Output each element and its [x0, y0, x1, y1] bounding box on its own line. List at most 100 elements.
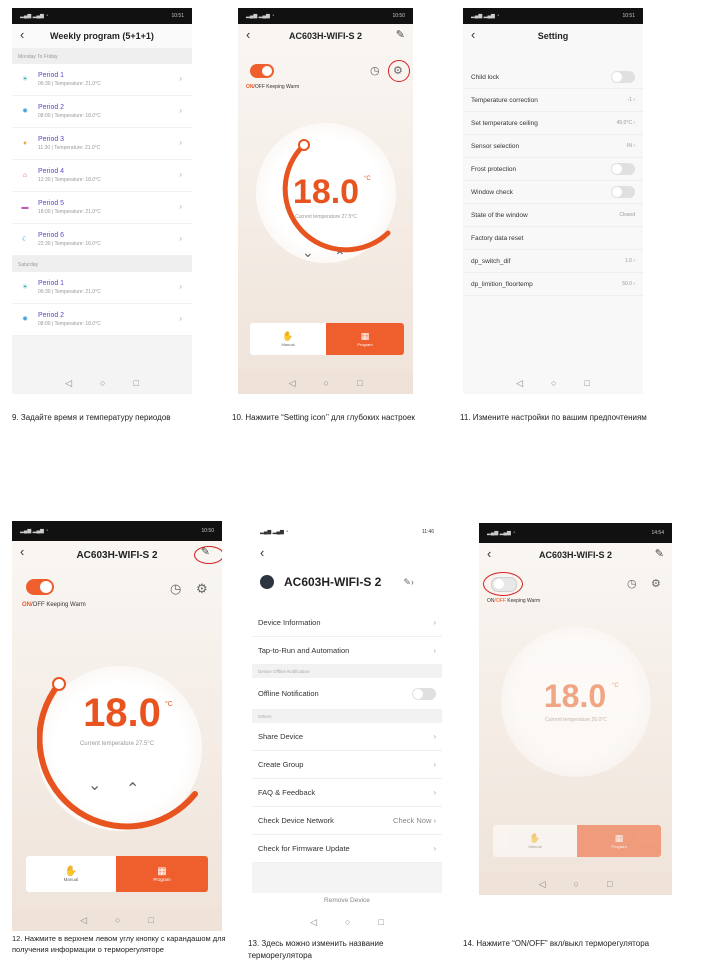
- setting-value: IN ›: [626, 143, 635, 149]
- nav-recent-icon[interactable]: □: [148, 915, 153, 925]
- setting-label: State of the window: [471, 211, 528, 219]
- mode-program-button[interactable]: ▦ Program: [326, 323, 404, 355]
- clock-icon[interactable]: ◷: [627, 577, 637, 590]
- firmware-update-row[interactable]: Check for Firmware Update ›: [252, 835, 442, 863]
- nav-home-icon[interactable]: ○: [324, 378, 329, 388]
- caption-step-10: 10. Нажмите “Setting icon’’ для глубоких…: [232, 413, 415, 422]
- temperature-unit: °C: [364, 176, 371, 182]
- period-name: Period 3: [38, 136, 65, 143]
- tap-to-run-row[interactable]: Tap-to-Run and Automation ›: [252, 637, 442, 665]
- nav-home-icon[interactable]: ○: [551, 378, 556, 388]
- section-header: Saturday: [12, 256, 192, 272]
- period-row[interactable]: ✹ Period 2 08:00 | Temperature: 18.0°C ›: [12, 304, 192, 336]
- setting-label: dp_switch_dif: [471, 257, 511, 265]
- gear-icon[interactable]: ⚙: [651, 577, 661, 590]
- android-nav-bar: ◁ ○ □: [252, 911, 442, 933]
- nav-recent-icon[interactable]: □: [584, 378, 589, 388]
- setting-row[interactable]: Child lock: [463, 66, 643, 89]
- page-title: Weekly program (5+1+1): [50, 31, 154, 41]
- setting-toggle[interactable]: [611, 71, 635, 83]
- period-name: Period 2: [38, 104, 65, 111]
- period-detail: 12:30 | Temperature: 18.0°C: [38, 177, 101, 183]
- nav-home-icon[interactable]: ○: [574, 879, 579, 889]
- current-temperature: Current temperature 26.0°C: [545, 717, 607, 723]
- back-icon[interactable]: ‹: [20, 544, 24, 559]
- increase-arrow-icon[interactable]: ⌃: [126, 779, 139, 799]
- clock-icon[interactable]: ◷: [370, 64, 380, 77]
- nav-recent-icon[interactable]: □: [133, 378, 138, 388]
- android-nav-bar: ◁ ○ □: [12, 909, 222, 931]
- share-device-row[interactable]: Share Device ›: [252, 723, 442, 751]
- setting-row[interactable]: Frost protection: [463, 158, 643, 181]
- decrease-arrow-icon[interactable]: ⌄: [302, 244, 314, 261]
- period-row[interactable]: ⌂ Period 4 12:30 | Temperature: 18.0°C ›: [12, 160, 192, 192]
- setting-row[interactable]: dp_switch_dif 1.0 ›: [463, 250, 643, 273]
- remove-device-button[interactable]: Remove Device: [252, 893, 442, 904]
- edit-pencil-icon[interactable]: ✎: [655, 547, 664, 560]
- gear-icon[interactable]: ⚙: [196, 581, 208, 597]
- chevron-right-icon: ›: [631, 120, 635, 126]
- nav-back-icon[interactable]: ◁: [65, 378, 72, 389]
- setting-row[interactable]: dp_limition_floortemp 50.0 ›: [463, 273, 643, 296]
- period-row[interactable]: ☀ Period 1 06:30 | Temperature: 21.0°C ›: [12, 272, 192, 304]
- offline-notification-toggle[interactable]: [412, 687, 436, 700]
- nav-back-icon[interactable]: ◁: [516, 378, 523, 389]
- nav-back-icon[interactable]: ◁: [289, 378, 296, 389]
- edit-pencil-icon[interactable]: ✎: [396, 28, 405, 41]
- increase-arrow-icon[interactable]: ⌃: [334, 248, 346, 265]
- setting-label: Frost protection: [471, 165, 517, 173]
- back-icon[interactable]: ‹: [246, 27, 250, 42]
- current-temperature: Current temperature 27.5°C: [295, 214, 357, 220]
- setting-toggle[interactable]: [611, 186, 635, 198]
- device-information-row[interactable]: Device Information ›: [252, 609, 442, 637]
- nav-back-icon[interactable]: ◁: [80, 915, 87, 926]
- mode-manual-button[interactable]: ✋ Manual: [250, 323, 326, 355]
- setting-row[interactable]: Sensor selection IN ›: [463, 135, 643, 158]
- nav-home-icon[interactable]: ○: [345, 917, 350, 927]
- app-bar: ‹ Setting: [463, 24, 643, 48]
- caption-step-12: 12. Нажмите в верхнем левом углу кнопку …: [12, 934, 226, 954]
- period-row[interactable]: ☀ Period 1 06:30 | Temperature: 21.0°C ›: [12, 64, 192, 96]
- power-toggle[interactable]: [250, 64, 274, 78]
- period-row[interactable]: ♦ Period 3 11:30 | Temperature: 21.0°C ›: [12, 128, 192, 160]
- mode-selector: ✋ Manual ▦ Program: [250, 323, 404, 355]
- nav-back-icon[interactable]: ◁: [539, 879, 546, 890]
- period-row[interactable]: ✹ Period 2 08:00 | Temperature: 18.0°C ›: [12, 96, 192, 128]
- nav-recent-icon[interactable]: □: [607, 879, 612, 889]
- edit-pencil-icon[interactable]: ✎›: [403, 577, 414, 588]
- period-row[interactable]: ▬ Period 5 18:00 | Temperature: 21.0°C ›: [12, 192, 192, 224]
- setting-toggle[interactable]: [611, 163, 635, 175]
- faq-feedback-row[interactable]: FAQ & Feedback ›: [252, 779, 442, 807]
- create-group-row[interactable]: Create Group ›: [252, 751, 442, 779]
- caption-step-14: 14. Нажмите “ON/OFF” вкл/выкл терморегул…: [463, 939, 650, 948]
- nav-back-icon[interactable]: ◁: [310, 917, 317, 928]
- mode-selector: ✋ Manual ▦ Program: [493, 825, 661, 857]
- period-detail: 18:00 | Temperature: 21.0°C: [38, 209, 101, 215]
- setting-row[interactable]: Window check: [463, 181, 643, 204]
- setting-value: 50.0 ›: [622, 281, 635, 287]
- back-icon[interactable]: ‹: [487, 546, 491, 561]
- clock-icon[interactable]: ◷: [170, 581, 181, 597]
- period-row[interactable]: ☾ Period 6 22:30 | Temperature: 16.0°C ›: [12, 224, 192, 256]
- device-title: AC603H-WIFI-S 2: [538, 550, 612, 560]
- decrease-arrow-icon[interactable]: ⌄: [88, 775, 101, 795]
- power-toggle[interactable]: [26, 579, 54, 595]
- period-name: Period 2: [38, 312, 65, 319]
- setting-row[interactable]: Temperature correction -1 ›: [463, 89, 643, 112]
- back-icon[interactable]: ‹: [20, 27, 24, 42]
- chevron-right-icon: ›: [179, 106, 182, 115]
- check-network-row[interactable]: Check Device Network Check Now ›: [252, 807, 442, 835]
- nav-recent-icon[interactable]: □: [357, 378, 362, 388]
- nav-recent-icon[interactable]: □: [378, 917, 383, 927]
- back-icon[interactable]: ‹: [260, 545, 264, 560]
- screenshot-setting: ▂▄▆ ▂▄▆ ◔ 10:51 ‹ Setting Child lock Tempe…: [463, 8, 643, 394]
- back-icon[interactable]: ‹: [471, 27, 475, 42]
- mode-program-button[interactable]: ▦ Program: [116, 856, 208, 892]
- setting-row[interactable]: Factory data reset: [463, 227, 643, 250]
- mode-manual-button[interactable]: ✋ Manual: [26, 856, 116, 892]
- nav-home-icon[interactable]: ○: [100, 378, 105, 388]
- setting-row[interactable]: Set temperature ceiling 45.0°C ›: [463, 112, 643, 135]
- nav-home-icon[interactable]: ○: [115, 915, 120, 925]
- setting-value: 1.0 ›: [624, 258, 635, 264]
- setting-row[interactable]: State of the window Closed: [463, 204, 643, 227]
